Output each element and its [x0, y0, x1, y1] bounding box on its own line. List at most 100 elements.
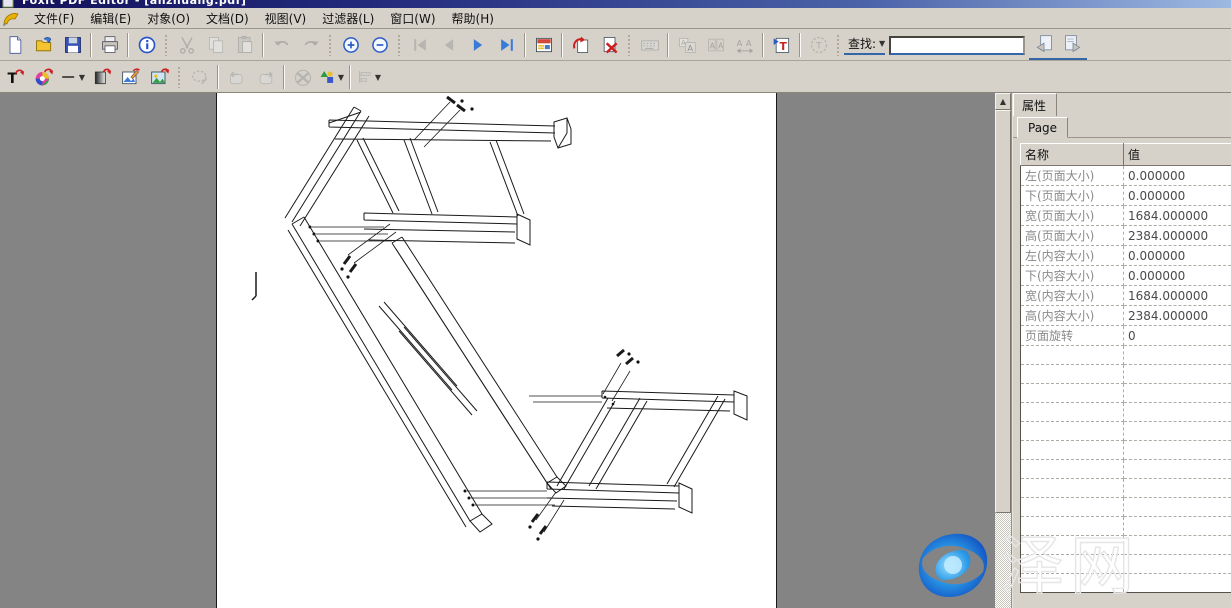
first-page-button[interactable]: [406, 32, 433, 58]
menu-document[interactable]: 文档(D): [198, 8, 257, 29]
toolbar-drag-handle[interactable]: [177, 66, 182, 88]
zoom-in-button[interactable]: [337, 32, 364, 58]
text-caret: [252, 272, 256, 300]
toolbar-drag-handle[interactable]: [164, 34, 169, 56]
redo-button[interactable]: [297, 32, 324, 58]
line-style-button[interactable]: ▼: [59, 64, 86, 90]
menu-view[interactable]: 视图(V): [257, 8, 315, 29]
align-button[interactable]: ▼: [355, 64, 382, 90]
shapes-dropdown-arrow[interactable]: ▼: [338, 73, 344, 82]
toolbar-drag-handle[interactable]: [397, 34, 402, 56]
new-button[interactable]: [1, 32, 28, 58]
property-value[interactable]: 0.000000: [1124, 186, 1231, 206]
menu-filter[interactable]: 过滤器(L): [314, 8, 382, 29]
paste-button[interactable]: [231, 32, 258, 58]
align-dropdown-arrow[interactable]: ▼: [375, 73, 381, 82]
menu-edit[interactable]: 编辑(E): [82, 8, 139, 29]
lasso-button[interactable]: [186, 64, 213, 90]
column-header-value[interactable]: 值: [1124, 144, 1231, 166]
add-text-button[interactable]: T: [1, 64, 28, 90]
property-row[interactable]: 高(页面大小)2384.000000: [1021, 226, 1231, 246]
find-next-icon: [1063, 34, 1083, 54]
property-value[interactable]: 1684.000000: [1124, 206, 1231, 226]
open-button[interactable]: [30, 32, 57, 58]
cut-button[interactable]: [173, 32, 200, 58]
shapes-button[interactable]: ▼: [318, 64, 345, 90]
tab-page[interactable]: Page: [1017, 117, 1068, 138]
text-export-button[interactable]: T: [768, 32, 795, 58]
property-value[interactable]: 0.000000: [1124, 266, 1231, 286]
scrollbar-thumb[interactable]: [995, 110, 1011, 513]
find-next-button[interactable]: [1059, 31, 1086, 57]
toolbar-drag-handle[interactable]: [836, 34, 841, 56]
undo-button[interactable]: [268, 32, 295, 58]
rotate-page-button[interactable]: [567, 32, 594, 58]
properties-panel: 属性 Page 名称 值 左(页面大小)0.000000下(页面大小)0.000…: [1011, 93, 1231, 608]
property-value[interactable]: 1684.000000: [1124, 286, 1231, 306]
delete-object-button[interactable]: [289, 64, 316, 90]
property-row-empty: [1021, 479, 1231, 498]
pdf-page[interactable]: [216, 93, 777, 608]
keyboard-button[interactable]: [636, 32, 663, 58]
property-value[interactable]: 0.000000: [1124, 166, 1231, 186]
font-size-button[interactable]: AA: [702, 32, 729, 58]
panel-title-bar: 属性: [1013, 93, 1231, 116]
send-backward-button[interactable]: [223, 64, 250, 90]
shading-button[interactable]: [88, 64, 115, 90]
vertical-scrollbar[interactable]: ▲: [995, 93, 1011, 608]
next-page-button[interactable]: [464, 32, 491, 58]
menu-object[interactable]: 对象(O): [139, 8, 198, 29]
property-row[interactable]: 下(内容大小)0.000000: [1021, 266, 1231, 286]
menu-window[interactable]: 窗口(W): [382, 8, 443, 29]
page-layout-button[interactable]: [530, 32, 557, 58]
line-style-dropdown-arrow[interactable]: ▼: [79, 73, 85, 82]
property-value[interactable]: 0: [1124, 326, 1231, 346]
info-button[interactable]: [133, 32, 160, 58]
text-circle-button[interactable]: T: [805, 32, 832, 58]
bring-forward-button[interactable]: [252, 64, 279, 90]
svg-text:A: A: [709, 41, 715, 50]
delete-page-button[interactable]: [596, 32, 623, 58]
font-replace-icon: AA: [677, 35, 697, 55]
property-name: 左(页面大小): [1021, 166, 1124, 186]
copy-button[interactable]: [202, 32, 229, 58]
menu-help[interactable]: 帮助(H): [444, 8, 502, 29]
property-row-empty: [1021, 422, 1231, 441]
print-button[interactable]: [96, 32, 123, 58]
svg-text:A: A: [718, 41, 724, 50]
property-value[interactable]: 2384.000000: [1124, 306, 1231, 326]
scroll-up-button[interactable]: ▲: [995, 93, 1011, 110]
save-button[interactable]: [59, 32, 86, 58]
property-row-empty: [1021, 346, 1231, 365]
open-icon: [34, 35, 54, 55]
property-value[interactable]: 2384.000000: [1124, 226, 1231, 246]
font-replace-button[interactable]: AA: [673, 32, 700, 58]
align-icon: [356, 67, 374, 87]
find-dropdown-arrow[interactable]: ▼: [879, 39, 885, 48]
color-wheel-button[interactable]: [30, 64, 57, 90]
last-page-button[interactable]: [493, 32, 520, 58]
font-spacing-button[interactable]: AA: [731, 32, 758, 58]
property-row[interactable]: 左(内容大小)0.000000: [1021, 246, 1231, 266]
toolbar-separator: [349, 65, 351, 89]
toolbar-drag-handle[interactable]: [627, 34, 632, 56]
edit-image-icon: [121, 67, 141, 87]
property-row[interactable]: 左(页面大小)0.000000: [1021, 166, 1231, 186]
property-row[interactable]: 宽(页面大小)1684.000000: [1021, 206, 1231, 226]
property-row[interactable]: 下(页面大小)0.000000: [1021, 186, 1231, 206]
add-image-button[interactable]: [146, 64, 173, 90]
prev-page-button[interactable]: [435, 32, 462, 58]
find-prev-button[interactable]: [1030, 31, 1057, 57]
toolbar-drag-handle[interactable]: [328, 34, 333, 56]
edit-image-button[interactable]: [117, 64, 144, 90]
property-value[interactable]: 0.000000: [1124, 246, 1231, 266]
menu-file[interactable]: 文件(F): [26, 8, 82, 29]
find-input[interactable]: [889, 36, 1025, 55]
property-row[interactable]: 高(内容大小)2384.000000: [1021, 306, 1231, 326]
zoom-out-button[interactable]: [366, 32, 393, 58]
panel-tabs: Page: [1013, 116, 1231, 138]
column-header-name[interactable]: 名称: [1021, 144, 1124, 166]
document-canvas[interactable]: [0, 93, 995, 608]
property-row[interactable]: 宽(内容大小)1684.000000: [1021, 286, 1231, 306]
property-row[interactable]: 页面旋转0: [1021, 326, 1231, 346]
